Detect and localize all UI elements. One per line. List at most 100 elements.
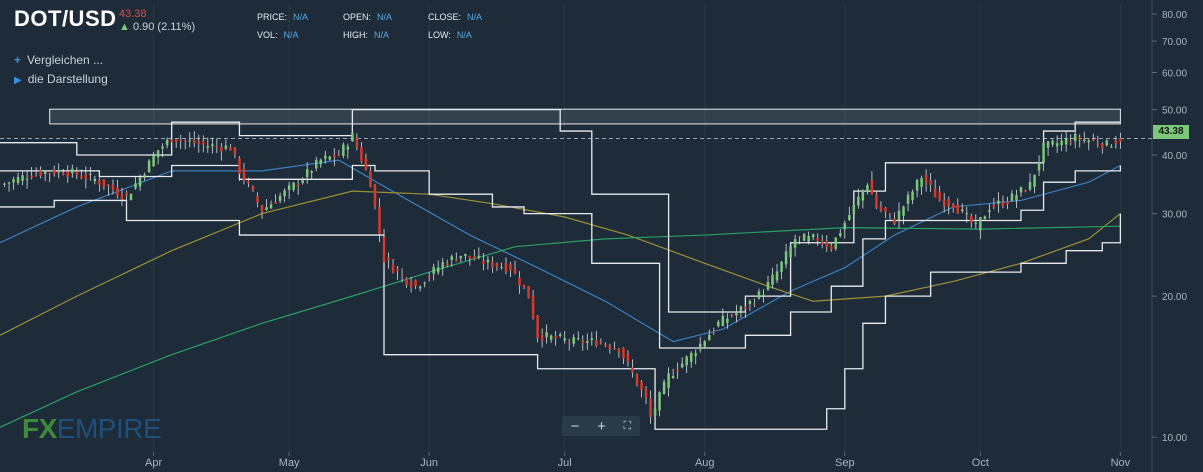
candle-body [762,294,765,297]
price-change: ▲ 0.90 (2.11%) [119,21,195,33]
candle-body [870,179,874,195]
ohlc-low: LOW: N/A [428,30,472,40]
zoom-controls: − + ⛶ [562,416,640,436]
play-icon: ▶ [14,75,22,86]
candle-body [346,146,350,150]
candle-body [735,312,738,316]
candle-body [247,180,250,184]
candle-body [893,218,896,225]
candle-body [265,207,268,210]
x-tick-label: Sep [835,457,855,469]
indicator-series-1 [0,190,1121,336]
candle-body [590,338,594,341]
candle-body [617,348,621,353]
candle-body [694,353,697,356]
candle-body [301,180,304,184]
y-tick-label: 70.00 [1162,37,1187,48]
candle-body [486,259,490,263]
candle-body [89,173,92,175]
candle-body [441,262,444,268]
candle-body [500,267,503,269]
candle-body [1119,138,1122,142]
candle-body [12,179,15,183]
candle-body [215,146,219,148]
candle-body [708,334,711,341]
candle-body [577,338,580,340]
ohlc-close: CLOSE: N/A [428,12,483,22]
candle-body [39,170,42,177]
candle-body [287,185,291,191]
candle-body [206,146,210,148]
candle-body [834,237,838,249]
x-tick-label: Apr [145,457,162,469]
candle-body [482,261,485,264]
candle-body [947,198,950,206]
fullscreen-button[interactable]: ⛶ [623,420,631,433]
candle-body [1033,174,1036,187]
candle-body [360,147,363,162]
zoom-out-button[interactable]: − [571,418,580,435]
x-tick-label: Oct [972,457,989,469]
candle-body [567,341,571,343]
x-tick-label: May [279,457,300,469]
candle-body [852,204,856,214]
zoom-in-button[interactable]: + [597,418,606,435]
candle-body [622,347,625,359]
candle-body [414,280,417,286]
candle-body [504,263,508,272]
candle-body [7,182,11,184]
candle-body [1010,193,1014,201]
candle-body [396,268,399,271]
last-price: 43.38 [119,8,147,20]
candle-body [888,213,892,215]
candle-body [16,176,20,183]
ohlc-high: HIGH: N/A [343,30,390,40]
candle-body [161,146,164,149]
x-tick-label: Jul [558,457,572,469]
candle-body [202,141,205,145]
candle-body [450,256,454,261]
candle-body [649,398,652,418]
candle-body [784,251,788,265]
compare-menu-item[interactable]: + Vergleichen ... [14,53,103,67]
candle-body [1006,201,1009,205]
candle-body [134,183,137,189]
candle-body [427,276,431,278]
price-chart[interactable]: 80.00 70.00 60.00 50.00 40.00 30.00 20.00 10.00… [0,0,1203,472]
y-tick-label: 80.00 [1162,10,1187,21]
ohlc-price: PRICE: N/A [257,12,309,22]
ohlc-open: OPEN: N/A [343,12,393,22]
candle-body [789,245,792,258]
candle-body [147,160,151,173]
candle-body [1110,146,1113,148]
candle-body [558,334,562,337]
candle-body [961,209,964,212]
candle-body [798,236,801,238]
candle-body [369,170,372,188]
x-tick-label: Aug [695,457,715,469]
candle-body [640,381,643,391]
candle-body [120,194,124,200]
candle-body [938,191,941,201]
candle-body [956,204,959,214]
candle-body [951,204,955,209]
candle-body [278,195,282,202]
candle-body [464,253,467,256]
y-tick-label: 20.00 [1162,292,1187,303]
candle-body [477,255,481,258]
candle-body [455,259,458,262]
candle-body [581,340,585,344]
candle-body [658,392,661,411]
candle-body [1105,140,1109,146]
candle-body [554,336,557,339]
candle-body [468,255,472,259]
display-menu-item[interactable]: ▶ die Darstellung [14,72,108,86]
candle-body [884,207,887,213]
candle-body [1055,143,1059,147]
candle-body [256,196,259,203]
candle-body [373,184,377,207]
chart-header: DOT/USD [14,6,117,32]
candle-body [820,241,824,244]
indicator-series-2 [0,225,1121,428]
candle-body [807,235,810,242]
